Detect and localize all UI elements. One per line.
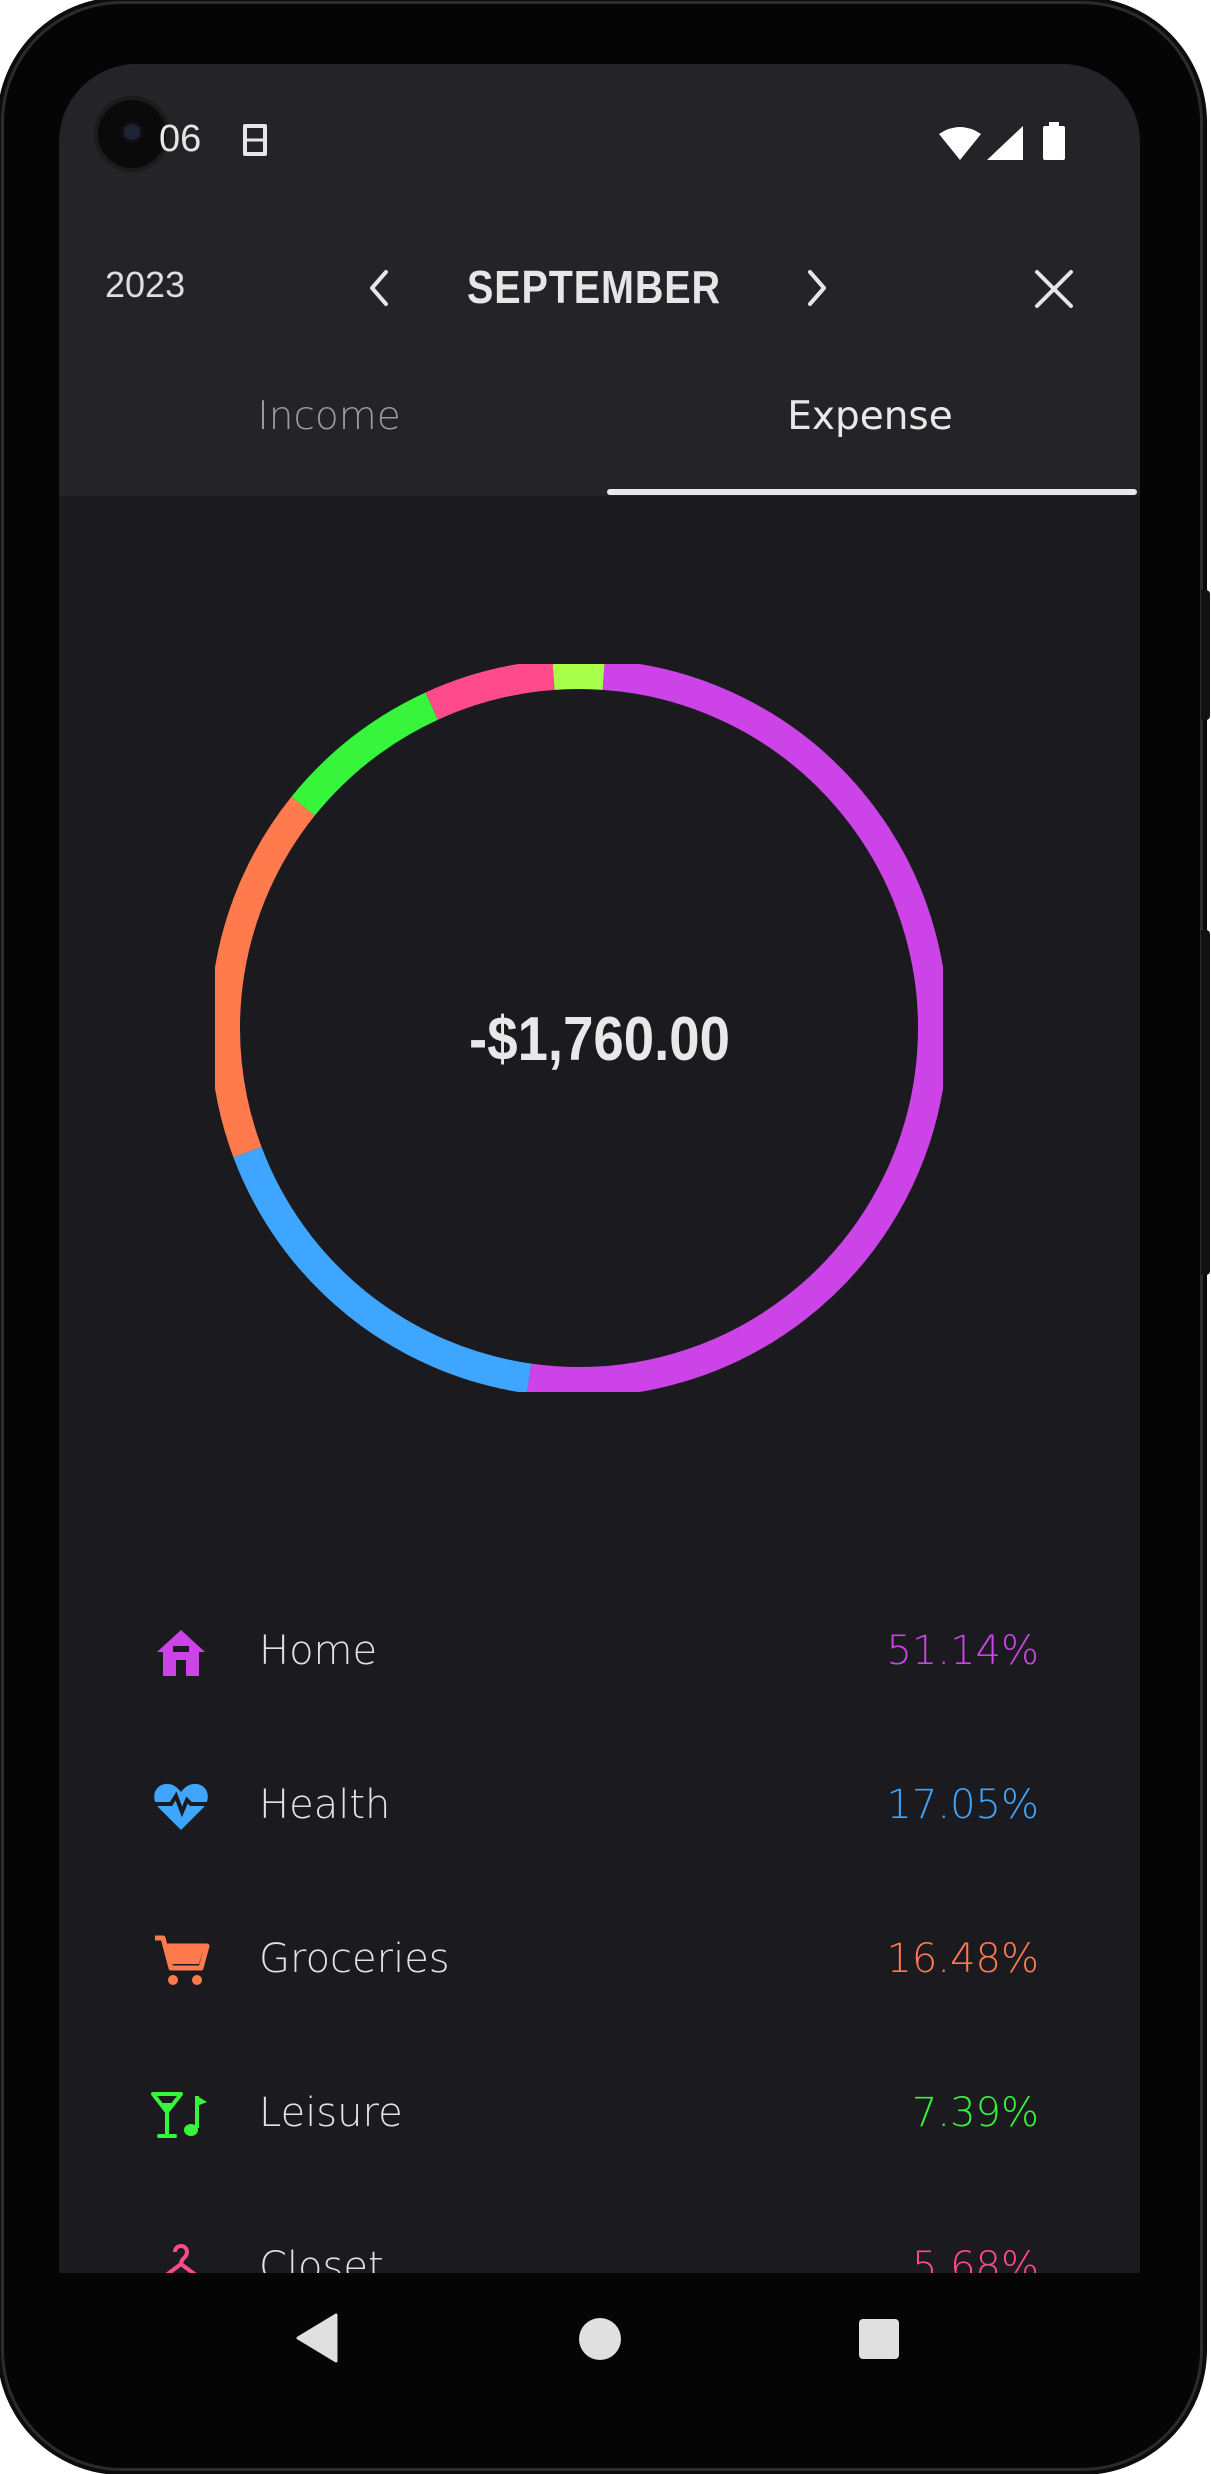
category-percentage: 17.05% — [886, 1782, 1039, 1828]
year-label: 2023 — [105, 264, 186, 305]
hanger-icon — [165, 2244, 197, 2273]
recents-icon[interactable] — [859, 2319, 899, 2359]
close-button[interactable] — [1029, 264, 1079, 314]
category-label: Leisure — [259, 2090, 403, 2136]
category-row-leisure[interactable]: Leisure 7.39% — [59, 2056, 1140, 2176]
category-label: Groceries — [259, 1936, 450, 1982]
heart-pulse-icon — [153, 1783, 209, 1830]
home-icon — [157, 1630, 205, 1676]
cart-icon — [155, 1935, 210, 1985]
category-label: Health — [259, 1782, 391, 1828]
category-percentage: 5.68% — [911, 2244, 1039, 2273]
next-month-button[interactable] — [789, 260, 845, 316]
selected-tab-indicator — [607, 489, 1137, 495]
battery-icon — [1043, 122, 1065, 160]
back-icon[interactable] — [296, 2313, 338, 2363]
donut-slice-closet — [425, 664, 555, 720]
category-label: Home — [259, 1628, 378, 1674]
chevron-left-icon — [370, 270, 388, 306]
home-circle-icon[interactable] — [579, 2318, 621, 2360]
tab-expense[interactable]: Expense — [600, 394, 1140, 439]
tab-income[interactable]: Income — [59, 394, 599, 439]
volume-button — [1201, 590, 1210, 720]
category-percentage: 7.39% — [911, 2090, 1039, 2136]
sim-card-icon — [243, 124, 267, 156]
category-label: Closet — [259, 2244, 384, 2273]
cellular-signal-icon — [987, 126, 1023, 160]
power-button — [1201, 930, 1210, 1275]
donut-slice-other — [552, 664, 605, 690]
category-percentage: 51.14% — [886, 1628, 1039, 1674]
cocktail-music-icon — [151, 2092, 207, 2138]
status-time: 06 — [159, 118, 202, 160]
category-row-health[interactable]: Health 17.05% — [59, 1748, 1140, 1868]
system-navigation-bar — [59, 2273, 1140, 2408]
category-row-closet[interactable]: Closet 5.68% — [59, 2210, 1140, 2273]
wifi-icon — [939, 127, 981, 160]
category-row-home[interactable]: Home 51.14% — [59, 1594, 1140, 1714]
app-screen: 06 2023 SEPTEMBER Income Expense -$1,760… — [59, 64, 1140, 2273]
donut-slice-groceries — [215, 796, 315, 1158]
close-icon — [1035, 270, 1073, 308]
app-header: 06 2023 SEPTEMBER Income Expense — [59, 64, 1140, 496]
donut-slice-health — [233, 1146, 532, 1392]
donut-slice-leisure — [291, 692, 439, 816]
category-percentage: 16.48% — [886, 1936, 1039, 1982]
previous-month-button[interactable] — [351, 260, 407, 316]
total-amount: -$1,760.00 — [469, 1005, 730, 1074]
chevron-right-icon — [808, 270, 826, 306]
month-title: SEPTEMBER — [467, 261, 721, 313]
category-row-groceries[interactable]: Groceries 16.48% — [59, 1902, 1140, 2022]
status-bar: 06 — [59, 64, 1140, 214]
